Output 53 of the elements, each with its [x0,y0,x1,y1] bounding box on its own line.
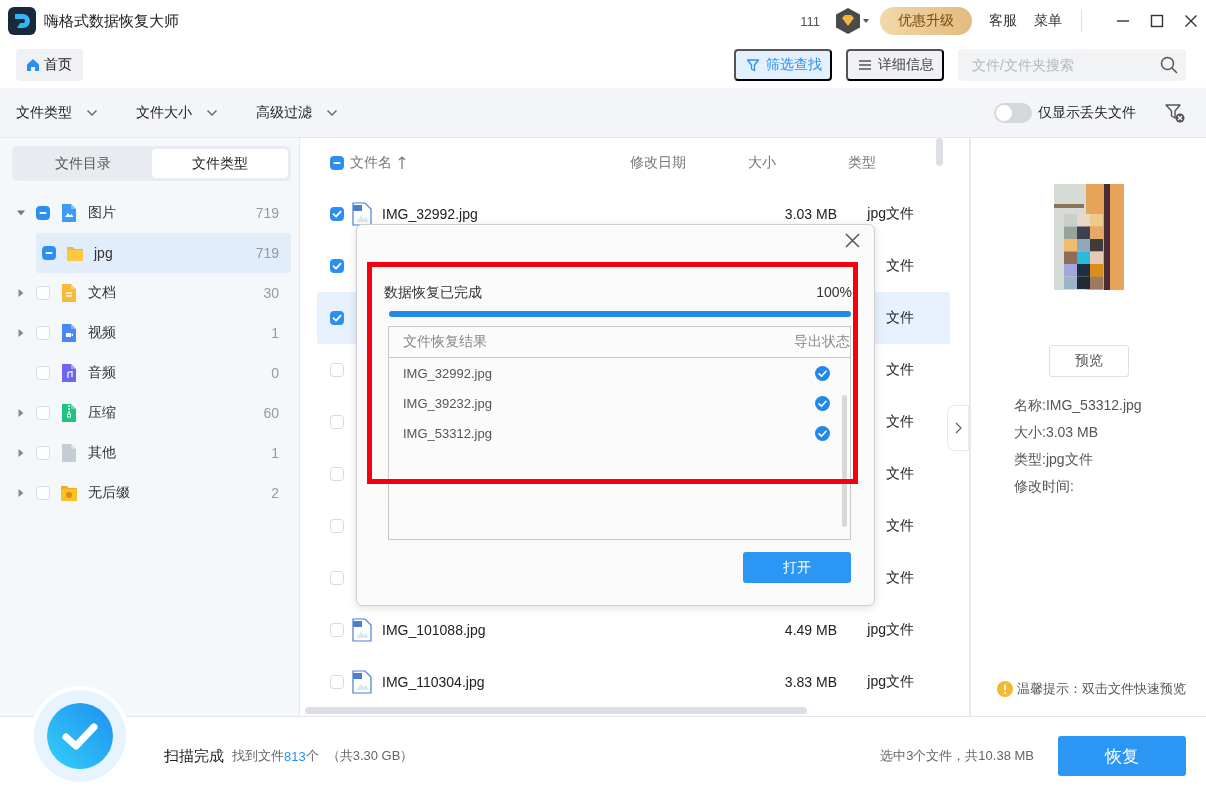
tree-label: 图片 [88,204,117,222]
file-size: 4.49 MB [783,622,837,638]
item-count: 0 [271,365,279,381]
scan-status: 扫描完成 [164,746,224,766]
tree-label: 其他 [88,444,117,462]
found-label: 找到文件 [232,747,284,765]
file-type: 文件 [885,413,914,431]
tip-text: 温馨提示：双击文件快速预览 [1017,680,1186,698]
file-info: 名称:IMG_53312.jpg [1014,397,1143,415]
file-type: jpg文件 [866,205,914,223]
item-count: 60 [263,405,279,421]
file-type: jpg文件 [866,621,914,639]
file-count: 813 [284,748,306,764]
tree-label: 压缩 [88,404,117,422]
tree-label: 视频 [88,324,117,342]
file-type: 文件 [885,257,914,275]
file-type: 文件 [885,569,914,587]
file-type: 文件 [885,361,914,379]
file-name: IMG_110304.jpg [382,674,485,690]
item-count: 1 [271,325,279,341]
selection-summary: 选中3个文件，共10.38 MB [880,747,1034,765]
item-count: 719 [255,245,279,261]
file-name: IMG_32992.jpg [382,206,478,222]
tree-label: 音频 [88,364,117,382]
file-type: 文件 [885,465,914,483]
tree-label: 文档 [88,284,117,302]
total-size: （共3.30 GB） [326,747,414,765]
toggle-label: 仅显示丢失文件 [1038,103,1136,122]
item-count: 2 [271,485,279,501]
tree-label: 无后缀 [88,484,131,502]
file-type: 文件 [885,309,914,327]
file-type: jpg文件 [866,673,914,691]
count-unit: 个 [305,747,319,765]
item-count: 719 [255,205,279,221]
file-size: 3.03 MB [783,206,837,222]
file-size: 3.83 MB [783,674,837,690]
file-type: 文件 [885,517,914,535]
item-count: 30 [263,285,279,301]
tree-label: jpg [94,245,114,261]
account-id: 111 [800,13,820,29]
file-name: IMG_101088.jpg [382,622,486,638]
file-info: 修改时间: [1014,478,1075,496]
result-file-name: IMG_39232.jpg [403,395,492,411]
result-file-name: IMG_32992.jpg [403,365,492,381]
item-count: 1 [271,445,279,461]
column-header: 导出状态 [794,333,850,351]
file-info: 大小:3.03 MB [1014,424,1100,442]
column-header: 文件恢复结果 [403,333,487,351]
result-file-name: IMG_53312.jpg [403,425,492,441]
progress-title: 数据恢复已完成 [384,284,482,302]
progress-percent: 100% [816,284,852,302]
file-info: 类型:jpg文件 [1014,451,1094,469]
app-title: 嗨格式数据恢复大师 [44,11,179,31]
